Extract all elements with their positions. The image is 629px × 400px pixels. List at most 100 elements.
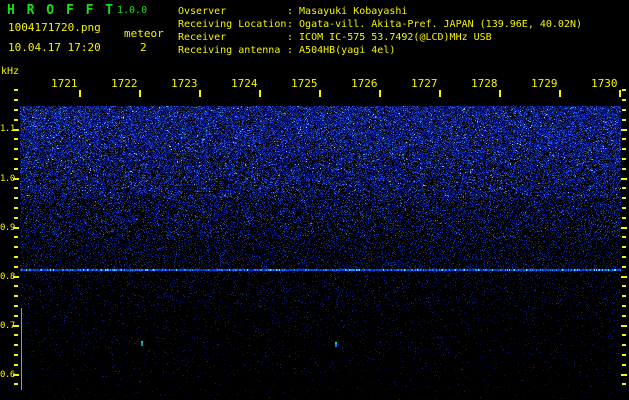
freq-tick-right	[622, 197, 626, 199]
time-tick	[199, 90, 201, 97]
freq-tick-right	[622, 99, 626, 101]
freq-tick-right	[622, 266, 626, 268]
freq-tick-left	[14, 217, 18, 219]
freq-tick-right	[622, 109, 626, 111]
info-value: : Masayuki Kobayashi	[287, 6, 408, 17]
freq-tick-left	[14, 109, 18, 111]
time-tick	[499, 90, 501, 97]
freq-tick-right	[622, 315, 626, 317]
observation-datetime: 10.04.17 17:20	[8, 41, 101, 54]
freq-label: 0.9	[0, 223, 15, 233]
freq-tick-right	[622, 354, 626, 356]
freq-tick-right	[622, 148, 626, 150]
freq-tick-left	[14, 344, 18, 346]
info-value: : ICOM IC-575 53.7492(@LCD)MHz USB	[287, 32, 492, 43]
freq-axis-unit: kHz	[1, 66, 20, 77]
freq-tick-right	[622, 364, 626, 366]
station-info: Ovserver : Masayuki Kobayashi Receiving Lo…	[178, 5, 582, 57]
freq-label: 0.6	[0, 370, 15, 380]
time-tick	[319, 90, 321, 97]
info-value: : A504HB(yagi 4el)	[287, 45, 396, 56]
time-label: 1730	[591, 77, 618, 90]
freq-tick-right	[622, 158, 626, 160]
freq-tick-left	[14, 236, 18, 238]
freq-tick-left	[14, 305, 18, 307]
output-filename: 1004171720.png	[8, 21, 101, 34]
time-tick	[259, 90, 261, 97]
freq-tick-right	[622, 246, 626, 248]
freq-tick-right	[622, 305, 626, 307]
freq-tick-left	[14, 168, 18, 170]
time-label: 1727	[411, 77, 438, 90]
spectrogram-canvas	[20, 106, 621, 400]
freq-tick-right	[622, 256, 626, 258]
freq-tick-left	[14, 158, 18, 160]
time-label: 1726	[351, 77, 378, 90]
time-tick	[79, 90, 81, 97]
freq-label: 1.1	[0, 124, 15, 134]
freq-tick-right	[622, 187, 626, 189]
freq-tick-left	[14, 285, 18, 287]
app-version: 1.0.0	[117, 5, 148, 16]
info-label: Receiving Location	[178, 19, 287, 30]
time-label: 1725	[291, 77, 318, 90]
freq-tick-right	[622, 285, 626, 287]
freq-tick-right	[622, 119, 626, 121]
time-label: 1729	[531, 77, 558, 90]
freq-tick-right	[622, 168, 626, 170]
freq-tick-right	[622, 334, 626, 336]
freq-tick-left	[14, 246, 18, 248]
info-value: : Ogata-vill. Akita-Pref. JAPAN (139.96E…	[287, 19, 583, 30]
freq-tick-left	[14, 256, 18, 258]
freq-tick-left	[14, 99, 18, 101]
freq-tick-left	[14, 207, 18, 209]
freq-tick-left	[14, 119, 18, 121]
spectrogram-plot	[20, 68, 621, 400]
app-title: H R O F F T	[7, 3, 116, 18]
time-label: 1728	[471, 77, 498, 90]
freq-label: 0.8	[0, 272, 15, 282]
info-label: Receiving antenna	[178, 45, 281, 56]
freq-tick-right	[622, 236, 626, 238]
freq-tick-right	[621, 129, 627, 131]
time-label: 1721	[51, 77, 78, 90]
freq-tick-left	[14, 89, 18, 91]
time-tick	[139, 90, 141, 97]
freq-tick-right	[621, 178, 627, 180]
time-tick	[439, 90, 441, 97]
freq-tick-left	[14, 266, 18, 268]
freq-tick-left	[14, 148, 18, 150]
freq-tick-left	[14, 354, 18, 356]
freq-label: 1.0	[0, 174, 15, 184]
freq-tick-right	[622, 207, 626, 209]
info-row: Ovserver : Masayuki Kobayashi	[178, 5, 582, 18]
freq-tick-right	[621, 227, 627, 229]
info-row: Receiver : ICOM IC-575 53.7492(@LCD)MHz U…	[178, 31, 582, 44]
freq-tick-right	[621, 276, 627, 278]
freq-tick-left	[14, 187, 18, 189]
info-label: Receiver	[178, 32, 227, 43]
info-row: Receiving antenna : A504HB(yagi 4el)	[178, 44, 582, 57]
freq-tick-right	[622, 344, 626, 346]
hrofft-window: H R O F F T 1.0.0 1004171720.png meteor …	[0, 0, 629, 400]
echo-count: 2	[140, 41, 147, 54]
freq-tick-left	[14, 138, 18, 140]
freq-tick-left	[14, 197, 18, 199]
freq-tick-right	[622, 295, 626, 297]
freq-tick-right	[621, 374, 627, 376]
freq-tick-left	[14, 315, 18, 317]
freq-tick-left	[14, 364, 18, 366]
freq-label: 0.7	[0, 321, 15, 331]
time-tick	[379, 90, 381, 97]
freq-tick-left	[14, 383, 18, 385]
freq-tick-left	[14, 334, 18, 336]
info-row: Receiving Location: Ogata-vill. Akita-Pr…	[178, 18, 582, 31]
mode-label: meteor	[124, 27, 164, 40]
freq-tick-right	[622, 217, 626, 219]
freq-tick-right	[622, 383, 626, 385]
freq-tick-right	[622, 138, 626, 140]
time-label: 1724	[231, 77, 258, 90]
time-tick	[619, 90, 621, 97]
info-label: Ovserver	[178, 6, 227, 17]
time-label: 1723	[171, 77, 198, 90]
